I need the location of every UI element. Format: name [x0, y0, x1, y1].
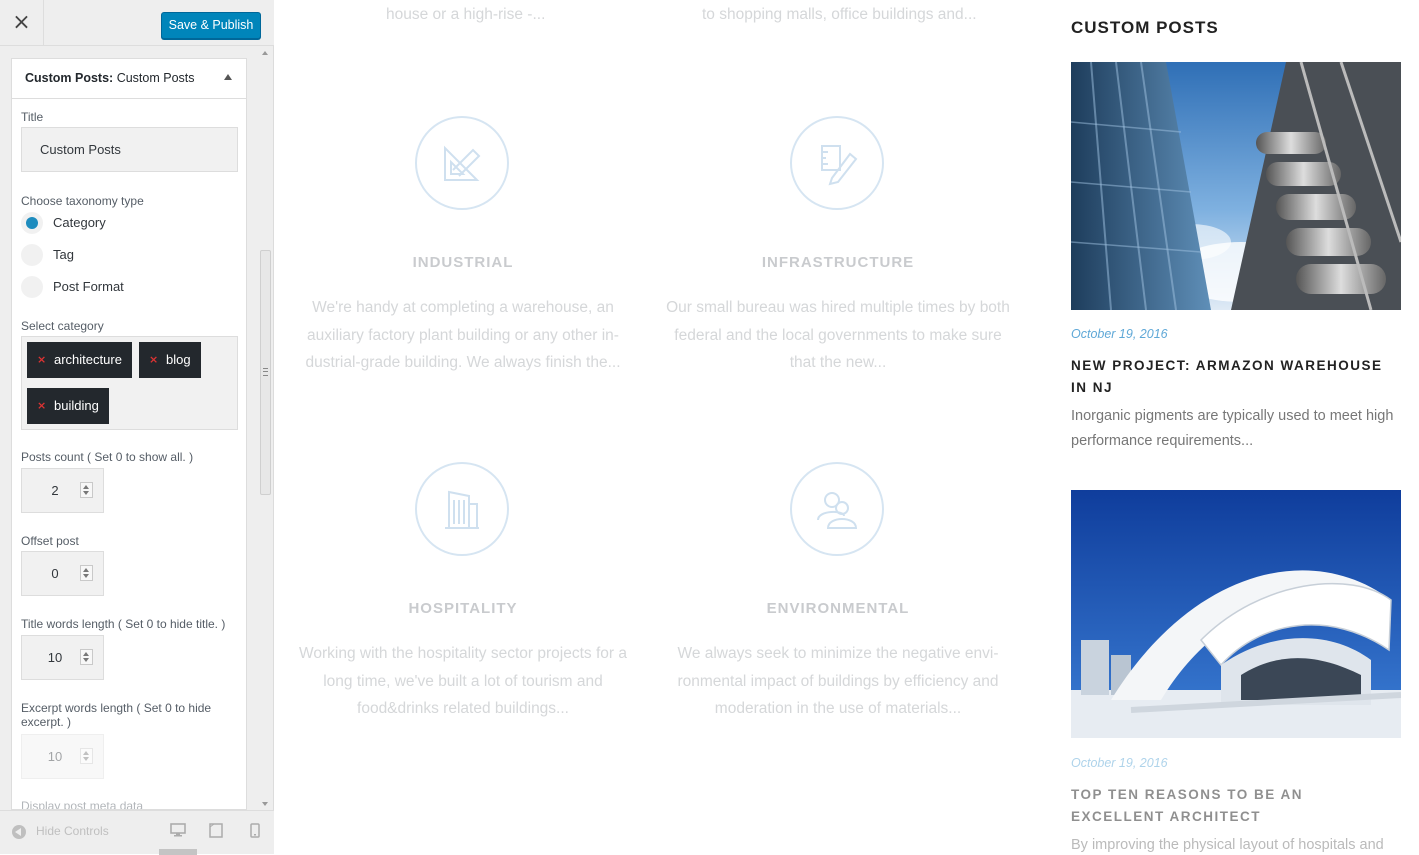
footer-handle: [159, 849, 197, 855]
posts-count-stepper[interactable]: 2: [21, 468, 104, 513]
tablet-icon[interactable]: [209, 823, 223, 838]
service-text: Our small bureau was hired multiple time…: [666, 299, 1010, 371]
service-text: Working with the hospitality sector proj…: [299, 645, 627, 717]
radio-label: Category: [53, 215, 106, 230]
site-preview: house or a high-rise -... to shopping ma…: [274, 0, 1419, 854]
remove-icon[interactable]: ×: [149, 342, 158, 378]
customizer-footer: Hide Controls: [0, 810, 274, 855]
post-thumbnail[interactable]: [1071, 62, 1401, 310]
pencil-blueprint-icon: [790, 116, 884, 210]
post-excerpt: Inorganic pigments are typically used to…: [1071, 408, 1394, 449]
hide-controls-label: Hide Controls: [36, 824, 109, 838]
customizer-panel: × Save & Publish Custom Posts: Custom Po…: [0, 0, 274, 855]
spinner-arrows-icon[interactable]: [80, 748, 93, 764]
close-customizer-button[interactable]: ×: [0, 0, 44, 46]
post-title-link[interactable]: NEW PROJECT: ARMAZON WAREHOUSE IN NJ: [1071, 355, 1401, 399]
service-text: We're handy at completing a warehouse, a…: [305, 299, 621, 371]
category-label: Select category: [21, 319, 104, 333]
radio-button[interactable]: [21, 212, 43, 234]
desktop-icon[interactable]: [170, 823, 186, 837]
category-tag[interactable]: × building: [27, 388, 109, 424]
stepper-value: 2: [51, 483, 59, 498]
scrollbar-thumb[interactable]: [260, 250, 271, 495]
category-tag-label: building: [54, 398, 99, 413]
remove-icon[interactable]: ×: [37, 388, 46, 424]
meta-label: Display post meta data: [21, 799, 144, 810]
widget-title: CUSTOM POSTS: [1071, 18, 1219, 37]
spinner-arrows-icon[interactable]: [80, 482, 93, 498]
section-header[interactable]: Custom Posts: Custom Posts: [12, 59, 246, 99]
post-thumbnail[interactable]: [1071, 490, 1401, 738]
post-date: October 19, 2016: [1071, 756, 1168, 770]
widget-settings-section: Custom Posts: Custom Posts Title Custom …: [11, 58, 247, 810]
excerpt-words-label: Excerpt words length ( Set 0 to hide exc…: [21, 701, 212, 729]
service-title: INFRASTRUCTURE: [761, 254, 915, 271]
offset-label: Offset post: [21, 534, 79, 548]
posts-count-label: Posts count ( Set 0 to show all. ): [21, 450, 194, 464]
service-title: ENVIRONMENTAL: [766, 600, 910, 617]
radio-button[interactable]: [21, 244, 43, 266]
building-icon: [415, 462, 509, 556]
category-select[interactable]: × architecture × blog × building: [21, 336, 238, 430]
service-text: We always seek to minimize the negative …: [677, 645, 999, 717]
service-text-fragment: to shopping malls, office buildings and.…: [702, 6, 977, 23]
customizer-header: × Save & Publish: [0, 0, 274, 46]
title-label: Title: [21, 110, 44, 124]
spinner-arrows-icon[interactable]: [80, 565, 93, 581]
ruler-triangle-icon: [415, 116, 509, 210]
service-title: INDUSTRIAL: [412, 254, 514, 271]
post-excerpt: By improving the physical layout of hosp…: [1071, 837, 1384, 853]
category-tag[interactable]: × architecture: [27, 342, 132, 378]
post-title-link[interactable]: TOP TEN REASONS TO BE AN EXCELLENT ARCHI…: [1071, 784, 1401, 828]
stepper-value: 0: [51, 566, 59, 581]
people-icon: [790, 462, 884, 556]
radio-label: Post Format: [53, 279, 124, 294]
panel-scrollbar[interactable]: [258, 46, 274, 810]
grip-icon: [263, 368, 268, 376]
scroll-up-icon[interactable]: [262, 51, 268, 55]
service-text-fragment: house or a high-rise -...: [386, 6, 546, 23]
hide-controls-button[interactable]: Hide Controls: [12, 824, 109, 839]
post-date: October 19, 2016: [1071, 327, 1168, 341]
category-tag[interactable]: × blog: [139, 342, 201, 378]
close-icon: ×: [12, 10, 31, 35]
taxonomy-label: Choose taxonomy type: [21, 194, 144, 208]
title-words-label: Title words length ( Set 0 to hide title…: [21, 617, 226, 631]
title-words-stepper[interactable]: 10: [21, 635, 104, 680]
stepper-value: 10: [47, 650, 63, 665]
collapse-icon: [12, 824, 26, 839]
scroll-down-icon[interactable]: [262, 802, 268, 806]
radio-label: Tag: [53, 247, 74, 262]
save-publish-button[interactable]: Save & Publish: [161, 12, 261, 39]
category-tag-label: architecture: [54, 352, 122, 367]
radio-button[interactable]: [21, 276, 43, 298]
mobile-icon[interactable]: [250, 823, 260, 838]
title-input[interactable]: Custom Posts: [21, 127, 238, 172]
section-name: Custom Posts: [116, 71, 195, 85]
collapse-arrow-icon[interactable]: [224, 74, 232, 80]
service-title: HOSPITALITY: [408, 600, 518, 617]
remove-icon[interactable]: ×: [37, 342, 46, 378]
excerpt-words-stepper[interactable]: 10: [21, 734, 104, 779]
offset-stepper[interactable]: 0: [21, 551, 104, 596]
spinner-arrows-icon[interactable]: [80, 649, 93, 665]
category-tag-label: blog: [166, 352, 191, 367]
section-prefix: Custom Posts:: [25, 71, 114, 85]
stepper-value: 10: [47, 749, 63, 764]
